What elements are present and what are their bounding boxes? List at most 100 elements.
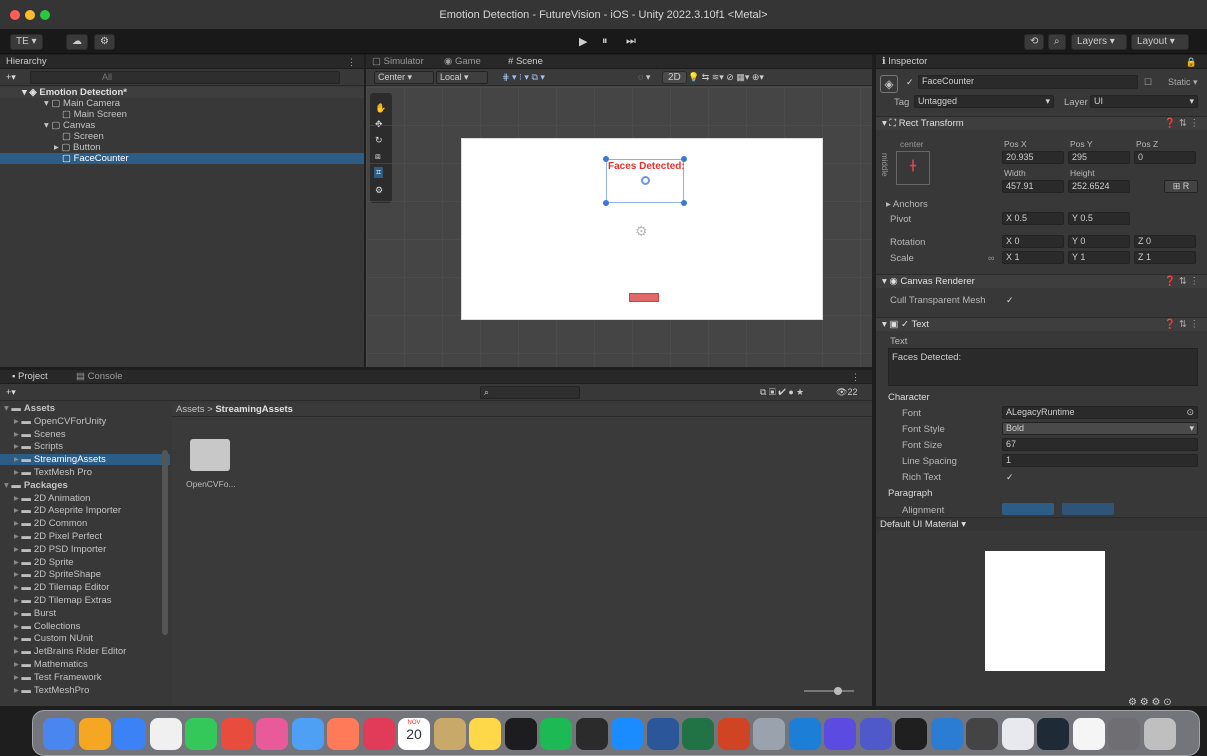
- tab-inspector[interactable]: ℹ Inspector: [878, 56, 931, 69]
- width-field[interactable]: 457.91: [1002, 180, 1064, 193]
- project-search-input[interactable]: ⌕: [480, 386, 580, 399]
- project-tree-item[interactable]: ▸ ▬ StreamingAssets: [0, 454, 170, 466]
- project-tree-item[interactable]: ▾ ▬ Assets: [0, 403, 170, 414]
- icon-size-slider-knob[interactable]: [834, 687, 842, 695]
- project-tree-item[interactable]: ▸ ▬ Burst: [0, 608, 170, 619]
- pos-y-field[interactable]: 295: [1068, 151, 1130, 164]
- lock-icon[interactable]: 🔒: [1186, 57, 1197, 68]
- hierarchy-item[interactable]: ▢ Main Screen: [0, 109, 364, 120]
- dock-app-icon[interactable]: [1108, 718, 1140, 750]
- blueprint-mode-button[interactable]: ⊞ R: [1164, 180, 1198, 193]
- dock-app-icon[interactable]: [1143, 718, 1176, 750]
- static-dropdown[interactable]: Static ▾: [1168, 77, 1198, 88]
- dock-app-icon[interactable]: [43, 718, 75, 750]
- project-tree-item[interactable]: ▸ ▬ 2D SpriteShape: [0, 569, 170, 580]
- tab-game[interactable]: ◉ Game: [440, 56, 485, 69]
- project-tree-item[interactable]: ▸ ▬ Scenes: [0, 429, 170, 440]
- project-tree-item[interactable]: ▸ ▬ TextMeshPro: [0, 685, 170, 696]
- filter-icons[interactable]: ⧉ ▣ ✔ ● ★: [760, 387, 804, 398]
- anchors-foldout[interactable]: ▸ Anchors: [886, 199, 928, 210]
- dock-app-icon[interactable]: [540, 718, 572, 750]
- icon-size-slider[interactable]: [804, 690, 854, 692]
- hierarchy-item-selected[interactable]: ▢ FaceCounter: [0, 153, 364, 164]
- project-tree-item[interactable]: ▸ ▬ 2D Common: [0, 518, 170, 529]
- vertical-alignment-buttons[interactable]: [1062, 503, 1114, 515]
- dock-app-icon[interactable]: [575, 718, 608, 750]
- rich-text-checkbox[interactable]: ✓: [1006, 472, 1014, 483]
- static-checkbox[interactable]: ☐: [1144, 77, 1152, 88]
- dock-app-icon[interactable]: [185, 718, 217, 750]
- pos-z-field[interactable]: 0: [1134, 151, 1196, 164]
- space-dropdown[interactable]: Local ▾: [436, 71, 488, 84]
- add-object-button[interactable]: +▾: [6, 72, 16, 83]
- project-tree-item[interactable]: ▸ ▬ 2D PSD Importer: [0, 544, 170, 555]
- dock-app-icon[interactable]: [362, 718, 395, 750]
- font-field[interactable]: ALegacyRuntime ⊙: [1002, 406, 1198, 419]
- dock-app-icon[interactable]: [682, 718, 714, 750]
- grid-snap-icon[interactable]: ⋕ ▾ ⁝ ▾ ⧉ ▾: [502, 72, 545, 83]
- component-menu-icon[interactable]: ❓ ⇅ ⋮: [1164, 117, 1199, 131]
- project-tree-item[interactable]: ▸ ▬ 2D Tilemap Editor: [0, 582, 170, 593]
- button-object[interactable]: [629, 293, 659, 302]
- cull-transparent-checkbox[interactable]: ✓: [1006, 295, 1014, 306]
- text-value-textarea[interactable]: Faces Detected:: [888, 348, 1198, 386]
- dock-app-icon[interactable]: [966, 718, 998, 750]
- dock-app-icon[interactable]: [291, 718, 324, 750]
- scene-canvas[interactable]: Faces Detected: ⚙: [461, 138, 823, 320]
- tab-scene[interactable]: # Scene: [504, 56, 547, 69]
- dock-app-icon[interactable]: [788, 718, 821, 750]
- project-tree-item[interactable]: ▸ ▬ Custom NUnit: [0, 633, 170, 644]
- dock-app-icon[interactable]: [611, 718, 643, 750]
- rect-handle-bl[interactable]: [603, 200, 609, 206]
- horizontal-alignment-buttons[interactable]: [1002, 503, 1054, 515]
- component-menu-icon[interactable]: ❓ ⇅ ⋮: [1164, 318, 1199, 332]
- scale-z-field[interactable]: Z 1: [1134, 251, 1196, 264]
- tab-project[interactable]: ▪ Project: [8, 371, 52, 384]
- lock-icon[interactable]: ⋮: [851, 372, 860, 383]
- dock-app-icon[interactable]: [753, 718, 785, 750]
- project-tree-item[interactable]: ▾ ▬ Packages: [0, 480, 170, 491]
- project-tree-item[interactable]: ▸ ▬ OpenCVForUnity: [0, 416, 170, 427]
- pivot-x-field[interactable]: X 0.5: [1002, 212, 1064, 225]
- anchor-preset-button[interactable]: ╋: [896, 151, 930, 185]
- object-name-field[interactable]: FaceCounter: [918, 75, 1138, 89]
- tray-icon[interactable]: ⚙: [1128, 697, 1137, 708]
- search-icon[interactable]: ⌕: [1048, 34, 1066, 50]
- dock-app-icon[interactable]: [114, 718, 146, 750]
- pause-button[interactable]: ⏸: [602, 35, 608, 48]
- 2d-toggle-button[interactable]: 2D: [662, 71, 687, 84]
- active-checkbox[interactable]: ✓: [906, 77, 914, 88]
- account-dropdown[interactable]: TE ▾: [10, 34, 43, 50]
- dock-app-icon[interactable]: [717, 718, 750, 750]
- rotation-x-field[interactable]: X 0: [1002, 235, 1064, 248]
- folder-icon[interactable]: [190, 439, 230, 471]
- project-tree-item[interactable]: ▸ ▬ Collections: [0, 621, 170, 632]
- dock-app-icon[interactable]: [1001, 718, 1034, 750]
- pivot-handle[interactable]: [641, 176, 650, 185]
- layout-dropdown[interactable]: Layout ▾: [1131, 34, 1189, 50]
- height-field[interactable]: 252.6524: [1068, 180, 1130, 193]
- hierarchy-item[interactable]: ▾ ▢ Main Camera: [0, 98, 364, 109]
- canvas-renderer-header[interactable]: ▾ ◉ Canvas Renderer ❓ ⇅ ⋮: [876, 274, 1207, 288]
- dock-app-icon[interactable]: [433, 718, 466, 750]
- dock-app-icon[interactable]: [930, 718, 963, 750]
- project-tree-item[interactable]: ▸ ▬ 2D Aseprite Importer: [0, 505, 170, 516]
- breadcrumb-item[interactable]: Assets: [176, 404, 205, 415]
- project-tree-item[interactable]: ▸ ▬ Mathematics: [0, 659, 170, 670]
- dock-app-icon[interactable]: [256, 718, 288, 750]
- tree-scrollbar[interactable]: [162, 450, 168, 635]
- tab-console[interactable]: ▤ Console: [72, 371, 126, 384]
- project-tree-item[interactable]: ▸ ▬ JetBrains Rider Editor: [0, 646, 170, 657]
- shading-mode-icon[interactable]: ◌ ▾: [638, 72, 650, 83]
- dock-app-icon[interactable]: [895, 718, 927, 750]
- text-component-header[interactable]: ▾ ▣ ✓ Text ❓ ⇅ ⋮: [876, 317, 1207, 331]
- project-tree-item[interactable]: ▸ ▬ Test Framework: [0, 672, 170, 683]
- pivot-dropdown[interactable]: Center ▾: [374, 71, 434, 84]
- step-button[interactable]: ⏭: [626, 35, 636, 48]
- project-tree-item[interactable]: ▸ ▬ 2D Pixel Perfect: [0, 531, 170, 542]
- dock-app-icon[interactable]: [1072, 718, 1105, 750]
- hierarchy-item[interactable]: ▾ ▢ Canvas: [0, 120, 364, 131]
- gear-icon[interactable]: ⚙: [94, 34, 115, 50]
- scene-toggles-icon[interactable]: 💡 ⇆ ≋▾ ⊘ ▦▾ ⊕▾: [688, 72, 764, 83]
- project-tree-item[interactable]: ▸ ▬ 2D Animation: [0, 493, 170, 504]
